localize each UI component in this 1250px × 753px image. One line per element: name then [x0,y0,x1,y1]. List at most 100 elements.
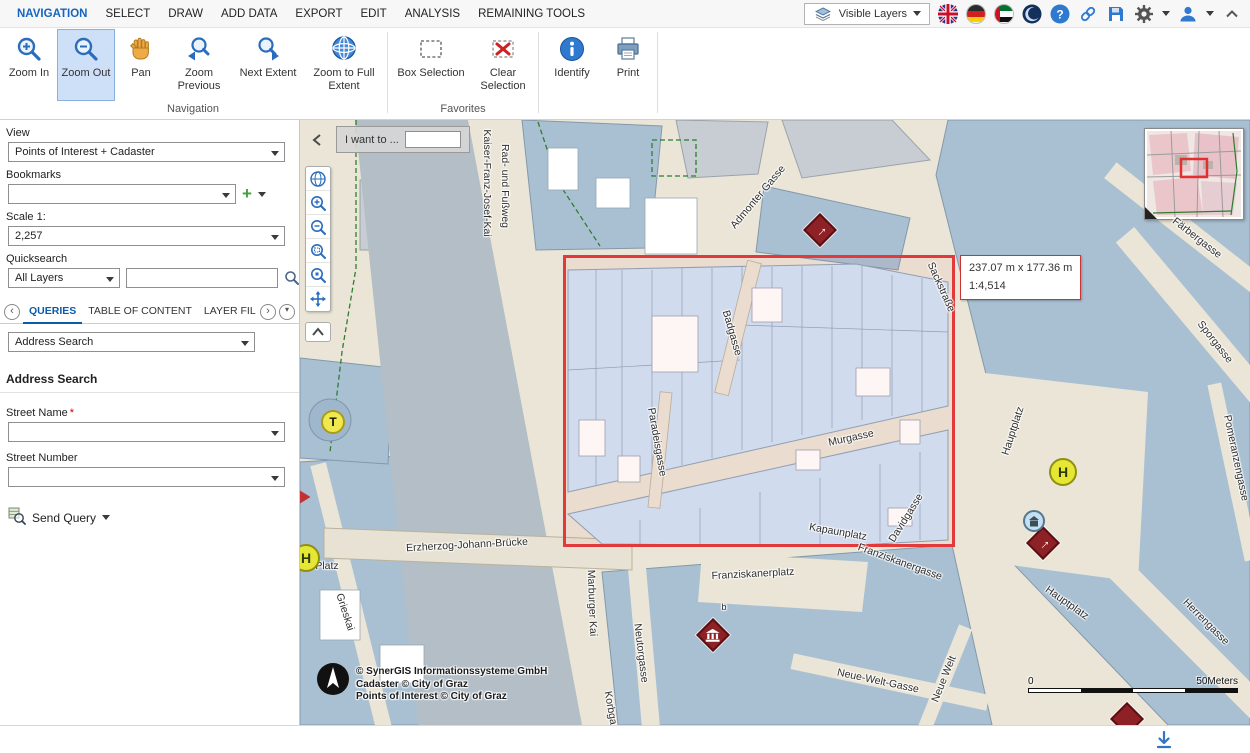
chevron-down-icon [241,341,249,346]
zoom-out-button[interactable]: Zoom Out [57,29,115,101]
visible-layers-label: Visible Layers [839,8,907,20]
dark-mode-moon-icon[interactable] [1022,4,1042,24]
street-label: Neue Welt [929,654,958,704]
clear-selection-button[interactable]: Clear Selection [472,29,534,101]
bookmark-options-chevron-icon[interactable] [258,192,266,197]
help-icon[interactable]: ? [1050,4,1070,24]
map-marker-arrow-diamond[interactable]: → [1031,531,1055,555]
add-bookmark-button[interactable]: + [236,184,258,204]
map-canvas[interactable]: 237.07 m x 177.36 m 1:4,514 I want to ..… [300,120,1250,725]
button-label: Pan [131,67,151,80]
street-label: Paradeisgasse [645,407,669,477]
tab-table-of-content[interactable]: TABLE OF CONTENT [82,300,198,324]
required-marker: * [70,407,74,419]
user-account-icon[interactable] [1178,4,1198,24]
bookmarks-select[interactable] [8,184,236,204]
save-icon[interactable] [1106,4,1126,24]
collapse-ribbon-chevron-icon[interactable] [1222,4,1242,24]
menu-item-remaining-tools[interactable]: REMAINING TOOLS [469,0,594,28]
menu-item-draw[interactable]: DRAW [159,0,212,28]
send-query-button[interactable]: Send Query [8,507,110,528]
tab-queries[interactable]: QUERIES [23,300,82,324]
quicksearch-search-button[interactable] [284,268,300,288]
zoom-in-button[interactable]: Zoom In [3,29,55,101]
scale-select[interactable]: 2,257 [8,226,285,246]
scale-label: Scale 1: [6,211,299,223]
download-icon[interactable] [1153,729,1175,751]
user-chevron-icon[interactable] [1206,11,1214,16]
chevron-down-icon [222,193,230,198]
ribbon-toolbar: Zoom In Zoom Out Pan Zoom Previous Next … [0,28,1250,120]
street-number-field[interactable] [8,467,285,487]
language-german-flag-icon[interactable] [966,4,986,24]
map-marker-transit-circle[interactable]: T [321,410,345,434]
pointer-icon [300,489,311,505]
zoom-in-icon [14,34,44,64]
arrow-diamond-icon: → [803,213,837,247]
tab-overflow-button[interactable] [279,304,295,320]
pan-button[interactable]: Pan [117,29,165,101]
query-selector[interactable]: Address Search [8,332,255,352]
menu-item-export[interactable]: EXPORT [286,0,351,28]
identify-info-icon [557,34,587,64]
quicksearch-layer-select[interactable]: All Layers [8,268,120,288]
street-name-label: Street Name* [6,407,299,419]
menu-item-analysis[interactable]: ANALYSIS [396,0,469,28]
street-label: Murgasse [827,427,875,448]
query-selector-value: Address Search [15,336,93,348]
map-marker-red-pointer[interactable] [300,489,311,505]
tab-scroll-right-button[interactable] [260,304,276,320]
button-label: Box Selection [397,67,464,80]
view-select[interactable]: Points of Interest + Cadaster [8,142,285,162]
map-marker-poi-circle[interactable]: H [300,544,320,572]
share-link-icon[interactable] [1078,4,1098,24]
menubar-items: NAVIGATIONSELECTDRAWADD DATAEXPORTEDITAN… [8,0,594,27]
menu-item-add-data[interactable]: ADD DATA [212,0,286,28]
scale-value: 2,257 [15,230,43,242]
zoom-previous-button[interactable]: Zoom Previous [167,29,231,101]
map-marker-building-circle[interactable] [1023,510,1045,532]
street-label: Admonter Gasse [728,163,788,231]
settings-gear-icon[interactable] [1134,4,1154,24]
menu-item-navigation[interactable]: NAVIGATION [8,0,97,28]
tab-layer-fil[interactable]: LAYER FIL [198,300,257,324]
letter-badge-icon: H [300,544,320,572]
street-number-label: Street Number [6,452,299,464]
button-label: Clear Selection [473,67,533,92]
street-label: Färbergasse [1170,215,1224,261]
letter-badge-icon: H [1049,458,1077,486]
next-extent-icon [253,34,283,64]
box-selection-button[interactable]: Box Selection [392,29,470,101]
map-marker-arrow-diamond[interactable]: → [808,218,832,242]
send-query-chevron-icon[interactable] [102,515,110,520]
print-button[interactable]: Print [603,29,653,101]
map-marker-museum-diamond[interactable] [701,623,725,647]
quicksearch-label: Quicksearch [6,253,299,265]
menubar: NAVIGATIONSELECTDRAWADD DATAEXPORTEDITAN… [0,0,1250,28]
panel-tab-strip: QUERIESTABLE OF CONTENTLAYER FIL [0,300,299,324]
menu-item-select[interactable]: SELECT [97,0,160,28]
street-label: Erzherzog-Johann-Brücke [406,536,528,554]
language-arabic-flag-icon[interactable] [994,4,1014,24]
globe-extent-icon [329,34,359,64]
street-label: Franziskanergasse [856,541,943,583]
language-english-flag-icon[interactable] [938,4,958,24]
street-label: Hauptplatz [1043,584,1091,623]
street-label: b [721,602,726,612]
menu-item-edit[interactable]: EDIT [352,0,396,28]
map-marker-plain-diamond[interactable] [1115,707,1139,725]
layers-icon [813,4,833,24]
quicksearch-input[interactable] [126,268,278,288]
menubar-right-icons: Visible Layers ? [804,3,1242,25]
zoom-full-extent-button[interactable]: Zoom to Full Extent [305,29,383,101]
map-marker-poi-circle[interactable]: H [1049,458,1077,486]
next-extent-button[interactable]: Next Extent [233,29,303,101]
street-label: Marburger Kai [585,570,599,637]
street-label: Rad- und Fußweg [499,144,511,228]
street-name-field[interactable] [8,422,285,442]
chevron-down-icon [913,11,921,16]
settings-chevron-icon[interactable] [1162,11,1170,16]
visible-layers-button[interactable]: Visible Layers [804,3,930,25]
identify-button[interactable]: Identify [543,29,601,101]
tab-scroll-left-button[interactable] [4,304,20,320]
